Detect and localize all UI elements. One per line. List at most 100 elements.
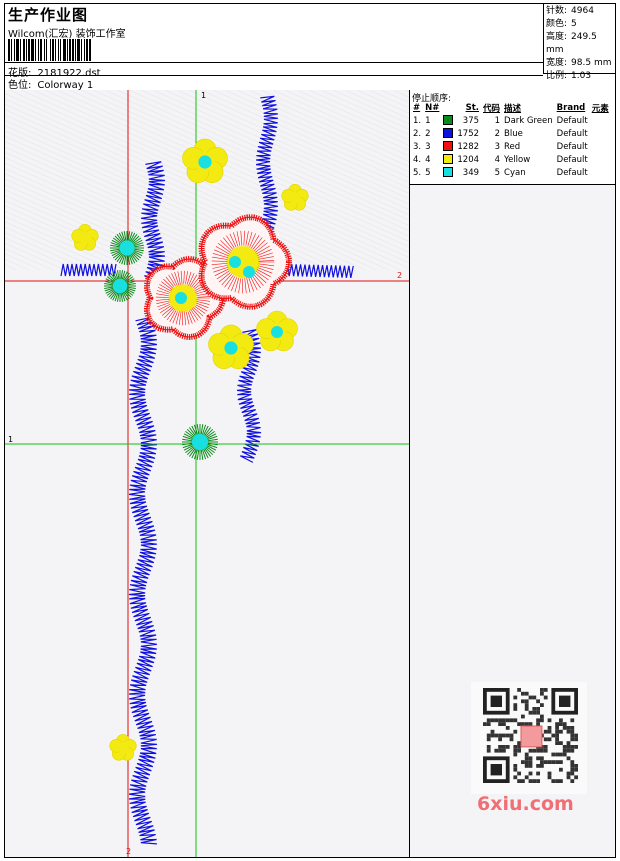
barcode-bar: [81, 39, 82, 61]
qr-module: [524, 707, 529, 711]
yellow-flower-right: [256, 310, 298, 352]
qr-module: [555, 722, 559, 726]
row-description: Cyan: [504, 167, 526, 178]
barcode-bar: [38, 39, 39, 61]
barcode-bar: [11, 39, 12, 61]
qr-module: [566, 748, 571, 753]
qr-module: [498, 733, 502, 738]
qr-module: [486, 733, 491, 738]
qr-module: [513, 767, 518, 772]
col-header: 元素: [591, 104, 609, 114]
flower-center-cyan: [224, 341, 238, 355]
barcode-bar: [72, 39, 74, 61]
qr-module: [559, 779, 563, 783]
qr-module: [494, 718, 499, 723]
qr-module: [528, 722, 533, 726]
colorway-label: 色位:: [8, 80, 32, 91]
qr-module: [543, 760, 548, 764]
qr-module: [570, 771, 575, 776]
qr-module: [521, 714, 525, 719]
blue-vine-right-branch: [284, 263, 354, 279]
qr-module: [521, 722, 525, 726]
stat-label: 宽度:: [546, 58, 568, 68]
barcode-bar: [28, 39, 30, 61]
qr-module: [524, 703, 529, 707]
qr-module: [547, 760, 552, 764]
stat-scale: 比例: 1.03: [546, 70, 615, 83]
qr-module: [562, 745, 567, 749]
flower-center-cyan: [271, 326, 283, 338]
qr-module: [547, 771, 552, 776]
studio-name: Wilcom(汇宏) 装饰工作室: [8, 29, 126, 40]
qr-module: [502, 733, 506, 738]
qr-module: [490, 733, 495, 738]
embroidery-design-view: 1 2 1 2: [5, 90, 410, 857]
stat-height: 高度: 249.5 mm: [546, 31, 615, 57]
row-swatch: [441, 140, 455, 153]
qr-module: [524, 764, 529, 768]
color-swatch: [443, 115, 454, 126]
row-brand: Default: [556, 154, 588, 165]
row-brand: Default: [556, 167, 588, 178]
qr-module: [524, 752, 529, 757]
row-swatch: [441, 153, 455, 166]
qr-module: [559, 718, 563, 723]
barcode-bar: [89, 39, 91, 61]
barcode-bar: [63, 39, 66, 61]
stat-width: 宽度: 98.5 mm: [546, 57, 615, 70]
qr-module: [551, 752, 556, 757]
divider: [5, 62, 543, 63]
qr-module: [543, 748, 548, 753]
qr-module: [562, 748, 567, 753]
stat-stitches: 针数: 4964: [546, 5, 615, 18]
stat-value: 1.03: [571, 71, 592, 81]
qr-module: [524, 775, 529, 780]
qr-module: [562, 722, 567, 726]
row-needle: 4: [425, 154, 431, 165]
qr-module: [505, 733, 510, 738]
flower-center-cyan: [198, 155, 212, 169]
yellow-bud-top-right: [281, 184, 309, 211]
qr-module: [513, 707, 518, 711]
barcode-bar: [23, 39, 25, 61]
qr-code: [471, 682, 587, 794]
background-hatch: [5, 253, 42, 271]
col-header: N#: [425, 103, 440, 113]
qr-module: [513, 745, 518, 749]
qr-module: [570, 760, 575, 764]
guide-label-v2: 2: [126, 847, 132, 856]
row-element: [590, 140, 611, 153]
qr-module: [562, 726, 567, 730]
qr-module: [543, 745, 548, 749]
qr-module: [559, 752, 563, 757]
stat-label: 颜色:: [546, 19, 568, 29]
qr-module: [570, 733, 575, 738]
barcode-bar: [69, 39, 71, 61]
qr-module: [513, 748, 518, 753]
qr-module: [502, 745, 506, 749]
qr-module: [509, 737, 514, 742]
color-swatch: [443, 167, 454, 178]
qr-module: [547, 726, 552, 730]
qr-module: [555, 779, 559, 783]
qr-module: [517, 722, 521, 726]
qr-module: [524, 699, 529, 704]
green-flower-1: [110, 231, 144, 265]
barcode-bar: [77, 39, 80, 61]
qr-module: [486, 737, 491, 742]
qr-module: [543, 688, 548, 692]
col-header: Brand: [556, 103, 586, 113]
qr-module: [540, 756, 544, 761]
page-title: 生产作业图: [8, 6, 89, 24]
cyan-center-1: [229, 256, 241, 268]
flower-center-cyan: [112, 278, 128, 294]
stat-label: 高度:: [546, 32, 568, 42]
guide-label-h1: 1: [8, 435, 14, 444]
qr-module: [490, 718, 495, 723]
stat-value: 5: [571, 19, 577, 29]
flower-center-cyan: [119, 240, 135, 256]
qr-module: [528, 710, 533, 715]
qr-module: [536, 748, 540, 753]
guide-label-h2: 2: [397, 271, 403, 280]
qr-module: [559, 767, 563, 772]
